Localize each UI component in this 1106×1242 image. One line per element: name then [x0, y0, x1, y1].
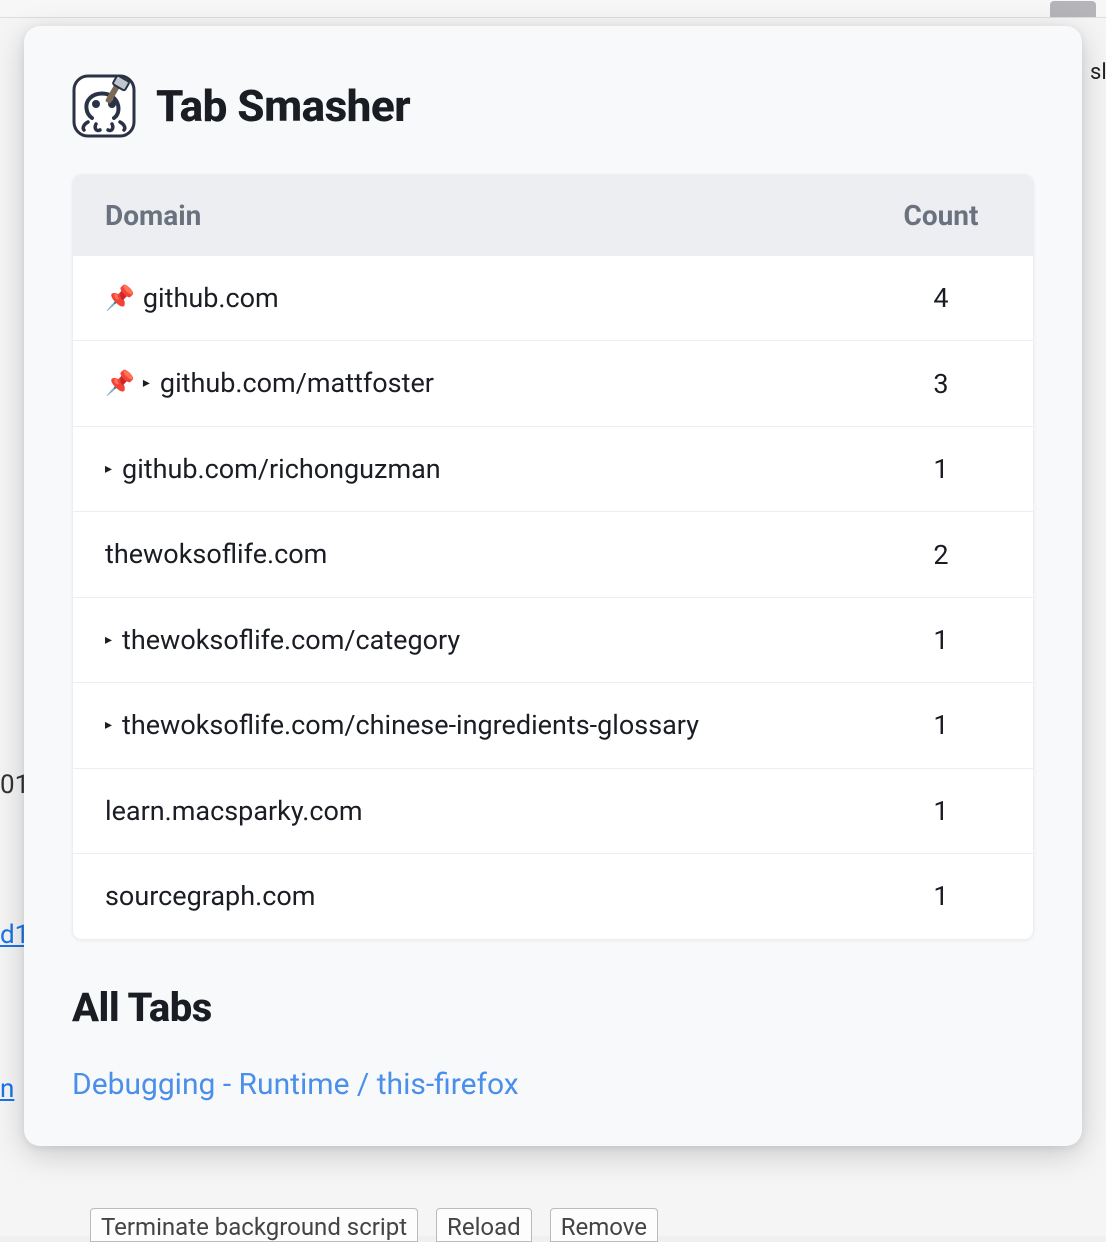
- column-header-domain: Domain: [105, 199, 881, 232]
- domain-cell: 📌 ▸ github.com/mattfoster: [105, 365, 881, 401]
- panel-header: Tab Smasher: [72, 74, 1034, 138]
- domain-label: github.com/mattfoster: [160, 365, 434, 401]
- column-header-count: Count: [881, 199, 1001, 232]
- count-cell: 1: [881, 795, 1001, 827]
- count-cell: 1: [881, 624, 1001, 656]
- table-row[interactable]: 📌 ▸ github.com/mattfoster 3: [73, 340, 1033, 425]
- count-cell: 3: [881, 368, 1001, 400]
- count-cell: 1: [881, 880, 1001, 912]
- domain-cell: ▸ github.com/richonguzman: [105, 451, 881, 487]
- count-cell: 1: [881, 709, 1001, 741]
- tab-link[interactable]: Debugging - Runtime / this-firefox: [72, 1067, 1034, 1102]
- table-row[interactable]: 📌 github.com 4: [73, 256, 1033, 340]
- table-row[interactable]: ▸ thewoksoflife.com/category 1: [73, 597, 1033, 682]
- reload-button[interactable]: Reload: [436, 1208, 532, 1242]
- terminate-script-button[interactable]: Terminate background script: [90, 1208, 418, 1242]
- domain-label: github.com/richonguzman: [122, 451, 441, 487]
- table-row[interactable]: ▸ github.com/richonguzman 1: [73, 426, 1033, 511]
- caret-right-icon: ▸: [105, 716, 112, 735]
- domain-cell: thewoksoflife.com: [105, 536, 881, 572]
- domain-label: github.com: [143, 280, 279, 316]
- app-logo-icon: [72, 74, 136, 138]
- domain-label: thewoksoflife.com/chinese-ingredients-gl…: [122, 707, 699, 743]
- background-button-row: Terminate background script Reload Remov…: [90, 1208, 658, 1242]
- table-row[interactable]: sourcegraph.com 1: [73, 853, 1033, 938]
- extension-popup-panel: Tab Smasher Domain Count 📌 github.com 4 …: [24, 26, 1082, 1146]
- background-text-fragment: sl: [1090, 60, 1106, 85]
- caret-right-icon: ▸: [143, 374, 150, 393]
- domain-count-table: Domain Count 📌 github.com 4 📌 ▸ github.c…: [72, 174, 1034, 940]
- panel-title: Tab Smasher: [156, 80, 410, 132]
- remove-button[interactable]: Remove: [550, 1208, 658, 1242]
- domain-label: learn.macsparky.com: [105, 793, 363, 829]
- caret-right-icon: ▸: [105, 631, 112, 650]
- pin-icon: 📌: [105, 367, 135, 399]
- all-tabs-heading: All Tabs: [72, 984, 1034, 1031]
- domain-cell: learn.macsparky.com: [105, 793, 881, 829]
- domain-cell: 📌 github.com: [105, 280, 881, 316]
- caret-right-icon: ▸: [105, 460, 112, 479]
- count-cell: 4: [881, 282, 1001, 314]
- table-row[interactable]: ▸ thewoksoflife.com/chinese-ingredients-…: [73, 682, 1033, 767]
- domain-cell: ▸ thewoksoflife.com/chinese-ingredients-…: [105, 707, 881, 743]
- pin-icon: 📌: [105, 282, 135, 314]
- table-header-row: Domain Count: [73, 175, 1033, 256]
- toolbar-button-active[interactable]: [1050, 1, 1096, 17]
- domain-cell: sourcegraph.com: [105, 878, 881, 914]
- domain-label: thewoksoflife.com: [105, 536, 327, 572]
- domain-label: thewoksoflife.com/category: [122, 622, 460, 658]
- table-row[interactable]: learn.macsparky.com 1: [73, 768, 1033, 853]
- domain-label: sourcegraph.com: [105, 878, 315, 914]
- table-row[interactable]: thewoksoflife.com 2: [73, 511, 1033, 596]
- count-cell: 2: [881, 539, 1001, 571]
- domain-cell: ▸ thewoksoflife.com/category: [105, 622, 881, 658]
- count-cell: 1: [881, 453, 1001, 485]
- browser-toolbar: [0, 0, 1106, 18]
- background-link-fragment[interactable]: n: [0, 1074, 14, 1104]
